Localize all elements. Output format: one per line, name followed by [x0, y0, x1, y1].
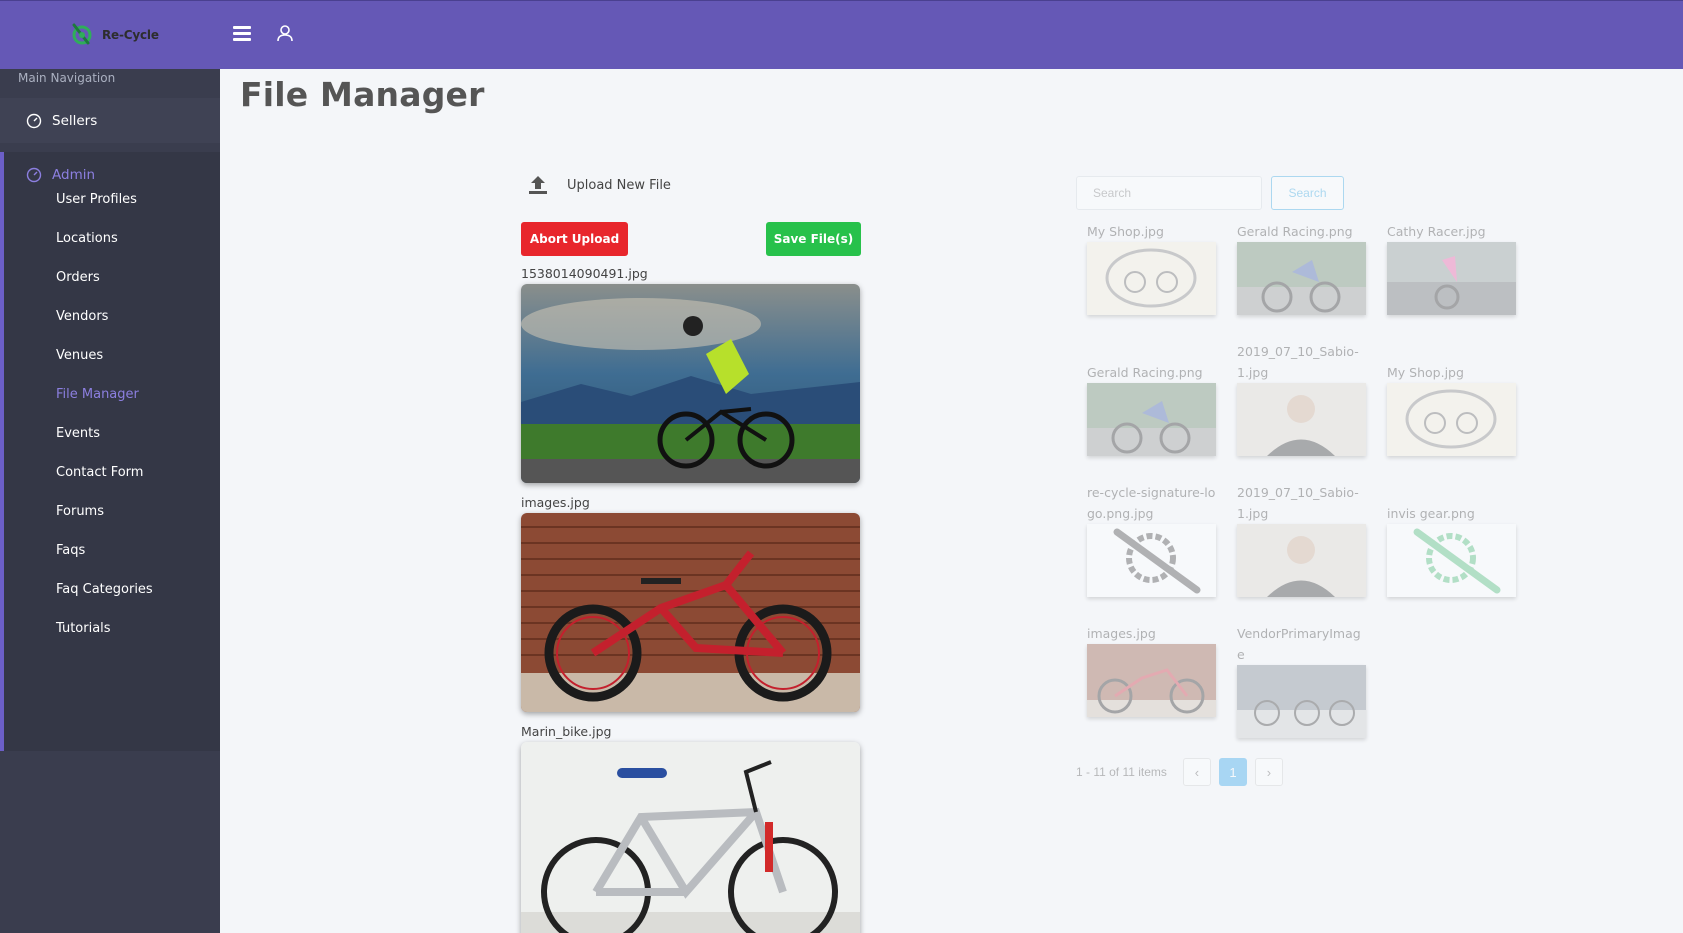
save-files-button[interactable]: Save File(s) [766, 222, 861, 256]
nav-caption: Main Navigation [18, 71, 116, 85]
shop-logo-thumbnail [1387, 383, 1516, 456]
file-name: Marin_bike.jpg [521, 724, 612, 739]
shop-logo-thumbnail [1087, 242, 1216, 315]
library-item[interactable]: re-cycle-signature-logo.png.jpg [1087, 482, 1217, 597]
file-library-panel: Search My Shop.jpg Gerald Racing.png Cat… [1076, 176, 1526, 796]
recycle-gear-logo-icon [72, 23, 92, 45]
portrait-thumbnail [1237, 383, 1366, 456]
library-item[interactable]: VendorPrimaryImage [1237, 623, 1367, 738]
sidebar-item-vendors[interactable]: Vendors [56, 309, 108, 324]
library-item[interactable]: images.jpg [1087, 623, 1217, 717]
cyclist-racing-thumbnail [1087, 383, 1216, 456]
sidebar-item-forums[interactable]: Forums [56, 504, 104, 519]
sidebar-item-orders[interactable]: Orders [56, 270, 100, 285]
thumb-name: Gerald Racing.png [1087, 365, 1203, 380]
red-mountain-bike-thumbnail [1087, 644, 1216, 717]
sidebar-item-admin[interactable]: Admin [26, 152, 95, 197]
thumb-name: images.jpg [1087, 626, 1156, 641]
thumb-name: invis gear.png [1387, 506, 1475, 521]
gear-logo-thumbnail [1387, 524, 1516, 597]
previous-page-button[interactable]: ‹ [1182, 758, 1211, 786]
thumb-name: Cathy Racer.jpg [1387, 224, 1486, 239]
sidebar-item-sellers[interactable]: Sellers [0, 98, 220, 143]
logo-text: Re-Cycle [102, 28, 159, 42]
sidebar-item-faq-categories[interactable]: Faq Categories [56, 582, 153, 597]
sidebar-item-file-manager[interactable]: File Manager [56, 387, 139, 402]
search-button[interactable]: Search [1271, 176, 1344, 210]
sidebar-item-faqs[interactable]: Faqs [56, 543, 85, 558]
library-item[interactable]: Cathy Racer.jpg [1387, 221, 1517, 315]
page-title: File Manager [240, 75, 485, 114]
library-item[interactable]: Gerald Racing.png [1237, 221, 1367, 315]
upload-file-card: Marin_bike.jpg [521, 724, 861, 933]
cyclist-racing-thumbnail [1237, 242, 1366, 315]
search-input[interactable] [1076, 176, 1262, 210]
upload-icon [529, 176, 547, 194]
user-icon[interactable] [276, 24, 294, 42]
sidebar-item-locations[interactable]: Locations [56, 231, 118, 246]
upload-file-card: 1538014090491.jpg [521, 266, 861, 483]
thumb-name: re-cycle-signature-logo.png.jpg [1087, 485, 1216, 521]
sidebar-item-user-profiles[interactable]: User Profiles [56, 192, 137, 207]
next-page-button[interactable]: › [1254, 758, 1283, 786]
road-cyclist-image [521, 284, 860, 483]
thumb-name: My Shop.jpg [1387, 365, 1464, 380]
library-item[interactable]: My Shop.jpg [1387, 362, 1517, 456]
red-mountain-bike-image [521, 513, 860, 712]
sidebar: Main Navigation Sellers Admin User Profi… [0, 69, 220, 933]
library-item[interactable]: 2019_07_10_Sabio-1.jpg [1237, 482, 1367, 597]
file-name: 1538014090491.jpg [521, 266, 648, 281]
library-item[interactable]: invis gear.png [1387, 503, 1517, 597]
hamburger-icon[interactable] [233, 26, 251, 42]
sidebar-item-tutorials[interactable]: Tutorials [56, 621, 111, 636]
app-logo[interactable]: Re-Cycle [68, 21, 159, 49]
thumb-name: 2019_07_10_Sabio-1.jpg [1237, 344, 1359, 380]
pagination: 1 - 11 of 11 items ‹ 1 › [1076, 758, 1283, 786]
cyclist-pink-thumbnail [1387, 242, 1516, 315]
sidebar-item-events[interactable]: Events [56, 426, 100, 441]
library-item[interactable]: My Shop.jpg [1087, 221, 1217, 315]
pagination-info: 1 - 11 of 11 items [1076, 765, 1167, 779]
top-bar: Re-Cycle [0, 0, 1683, 69]
portrait-thumbnail [1237, 524, 1366, 597]
bike-shop-thumbnail [1237, 665, 1366, 738]
sidebar-item-venues[interactable]: Venues [56, 348, 103, 363]
library-item[interactable]: Gerald Racing.png [1087, 362, 1217, 456]
sidebar-item-label: Admin [52, 166, 96, 183]
page-1-button[interactable]: 1 [1218, 758, 1247, 786]
admin-section: Admin User Profiles Locations Orders Ven… [0, 152, 220, 751]
dashboard-icon [26, 113, 42, 128]
gear-logo-thumbnail [1087, 524, 1216, 597]
thumb-name: 2019_07_10_Sabio-1.jpg [1237, 485, 1359, 521]
upload-file-card: images.jpg [521, 495, 861, 712]
dashboard-icon [26, 167, 42, 182]
sidebar-item-label: Sellers [52, 112, 98, 129]
thumb-name: My Shop.jpg [1087, 224, 1164, 239]
thumb-name: VendorPrimaryImage [1237, 626, 1361, 662]
thumb-name: Gerald Racing.png [1237, 224, 1353, 239]
file-name: images.jpg [521, 495, 590, 510]
sidebar-item-contact-form[interactable]: Contact Form [56, 465, 143, 480]
abort-upload-button[interactable]: Abort Upload [521, 222, 628, 256]
upload-new-file[interactable]: Upload New File [527, 174, 671, 196]
silver-mountain-bike-image [521, 742, 860, 933]
upload-label: Upload New File [567, 177, 671, 193]
library-item[interactable]: 2019_07_10_Sabio-1.jpg [1237, 341, 1367, 456]
